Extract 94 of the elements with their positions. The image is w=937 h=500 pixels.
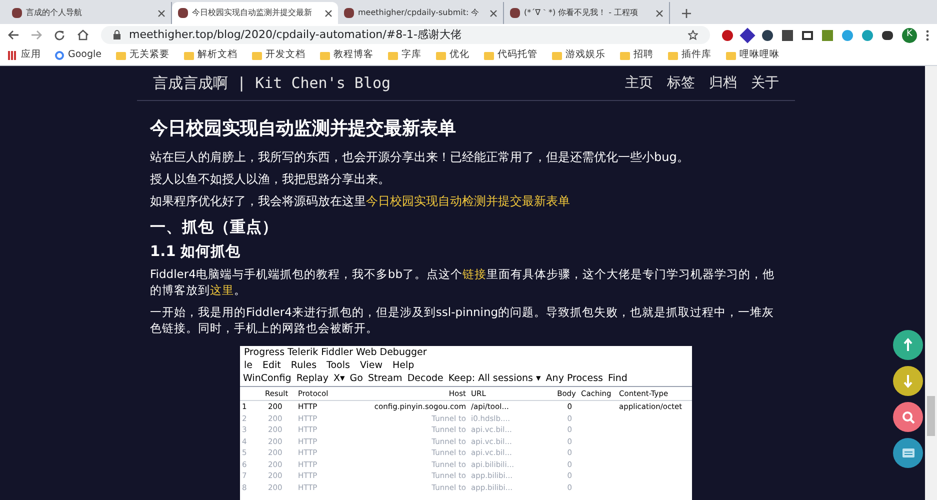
profile-avatar[interactable]: K [902, 28, 917, 42]
toolbar-button[interactable]: Any Process [546, 372, 603, 386]
bookmark-link[interactable]: 招聘 [634, 48, 654, 63]
search-button[interactable] [893, 402, 923, 432]
bookmark-link[interactable]: 开发文档 [266, 48, 306, 63]
card-icon [902, 448, 914, 458]
paragraph: 如果程序优化好了，我会将源码放在这里今日校园实现自动检测并提交最新表单 [150, 193, 571, 210]
folder-icon [116, 52, 126, 60]
blog-title[interactable]: 言成言成啊 | Kit Chen's Blog [153, 72, 391, 94]
folder-icon [726, 52, 736, 60]
nav-link[interactable]: 主页 [625, 72, 653, 94]
tab-title: (*´∇｀*) 你看不见我！ - 工程项 [524, 7, 638, 19]
scrollbar[interactable] [925, 66, 937, 500]
browser-tab[interactable]: 今日校园实现自动监测并提交最新 [172, 2, 338, 24]
menu-item[interactable]: Tools [326, 359, 350, 372]
arrow-down-icon [903, 374, 913, 388]
article-title: 今日校园实现自动监测并提交最新表单 [150, 117, 457, 141]
close-icon[interactable] [656, 10, 663, 16]
arrow-up-icon [903, 338, 913, 352]
menu-item[interactable]: Rules [290, 359, 317, 372]
bookmark-link[interactable]: 代码托管 [498, 48, 538, 63]
google-logo-icon [55, 51, 64, 60]
new-tab-icon[interactable] [682, 9, 691, 18]
back-icon[interactable] [8, 30, 19, 40]
favicon-icon [178, 8, 188, 18]
scroll-up-button[interactable] [893, 330, 923, 360]
nav-link[interactable]: 归档 [709, 72, 737, 94]
folder-icon [436, 52, 446, 60]
folder-icon [320, 52, 330, 60]
url-text: meethigher.top/blog/2020/cpdaily-automation/#8-1-感谢大佬 [129, 26, 463, 43]
menu-item[interactable]: le [244, 359, 252, 372]
folder-icon [484, 52, 494, 60]
toolbar-button[interactable]: Go [350, 372, 363, 386]
bookmark-link[interactable]: 优化 [450, 48, 470, 63]
tab-title: 今日校园实现自动监测并提交最新 [192, 7, 312, 19]
window-title: Progress Telerik Fiddler Web Debugger [243, 346, 428, 359]
home-icon[interactable] [77, 29, 89, 41]
folder-icon [552, 52, 562, 60]
toolbar-button[interactable]: Replay [296, 372, 328, 386]
source-link[interactable]: 今日校园实现自动检测并提交最新表单 [366, 194, 570, 208]
address-bar[interactable]: meethigher.top/blog/2020/cpdaily-automation/#8-1-感谢大佬 [101, 26, 710, 44]
reader-button[interactable] [893, 438, 923, 468]
toolbar-button[interactable]: Stream [368, 372, 402, 386]
menu-item[interactable]: Edit [262, 359, 281, 372]
toolbar-button[interactable]: Decode [407, 372, 444, 386]
close-icon[interactable] [490, 10, 497, 16]
subsection-heading: 1.1 如何抓包 [150, 243, 242, 262]
menu-item[interactable]: View [360, 359, 382, 372]
lock-icon [113, 30, 121, 40]
folder-icon [668, 52, 678, 60]
menu-item[interactable]: Help [392, 359, 414, 372]
tab-title: meethigher/cpdaily-submit: 今 [358, 7, 480, 19]
extension-icon[interactable] [802, 30, 813, 40]
paragraph: 站在巨人的肩膀上，我所写的东西，也会开源分享出来！已经能正常用了，但是还需优化一些小bug。 [150, 149, 690, 166]
close-icon[interactable] [158, 10, 165, 16]
extension-icon[interactable] [722, 30, 733, 40]
bookmark-link[interactable]: 插件库 [682, 48, 712, 63]
bookmark-link[interactable]: 应用 [21, 48, 41, 63]
toolbar-button[interactable]: X▾ [333, 372, 345, 386]
favicon-icon [344, 8, 354, 18]
nav-link[interactable]: 标签 [667, 72, 695, 94]
paragraph: 一开始，我是用的Fiddler4来进行抓包的，但是涉及到ssl-pinning的问题。导致抓包失败，也就是抓取过程中，一堆灰色链接。同时，手机上的网路也会被断开。 [150, 304, 776, 336]
section-heading: 一、抓包（重点） [150, 217, 279, 238]
bookmark-link[interactable]: 解析文档 [198, 48, 238, 63]
menu-icon[interactable] [926, 30, 929, 40]
bookmark-link[interactable]: 无关紧要 [130, 48, 170, 63]
folder-icon [252, 52, 262, 60]
favicon-icon [12, 8, 22, 18]
blog-link[interactable]: 这里 [210, 283, 234, 297]
bookmark-link[interactable]: 哩咻哩咻 [740, 48, 780, 63]
tutorial-link[interactable]: 链接 [462, 267, 486, 281]
tab-title: 言成的个人导航 [26, 7, 82, 19]
search-icon [902, 410, 914, 424]
extension-icon[interactable] [762, 30, 773, 40]
folder-icon [620, 52, 630, 60]
nav-link[interactable]: 关于 [751, 72, 779, 94]
toolbar-button[interactable]: Find [608, 372, 628, 386]
toolbar-button[interactable]: Keep: All sessions ▾ [448, 372, 541, 386]
bookmark-link[interactable]: Google [68, 48, 102, 63]
paragraph: 授人以鱼不如授人以渔，我把思路分享出来。 [150, 171, 391, 188]
extension-icon[interactable] [882, 30, 893, 40]
paragraph: Fiddler4电脑端与手机端抓包的教程，我不多bb了。点这个链接里面有具体步骤，这个大佬是专门学习机器学习的，他的博客放到这里。 [150, 266, 776, 298]
favicon-icon [510, 8, 520, 18]
bookmark-link[interactable]: 教程博客 [334, 48, 374, 63]
extension-icon[interactable] [782, 30, 793, 40]
close-icon[interactable] [325, 10, 332, 16]
reload-icon[interactable] [54, 30, 65, 40]
scroll-down-button[interactable] [893, 366, 923, 396]
folder-icon [184, 52, 194, 60]
folder-icon [388, 52, 398, 60]
bookmark-link[interactable]: 游戏娱乐 [566, 48, 606, 63]
toolbar-button[interactable]: WinConfig [243, 372, 292, 386]
star-icon[interactable] [688, 30, 698, 40]
bookmark-link[interactable]: 字库 [402, 48, 422, 63]
